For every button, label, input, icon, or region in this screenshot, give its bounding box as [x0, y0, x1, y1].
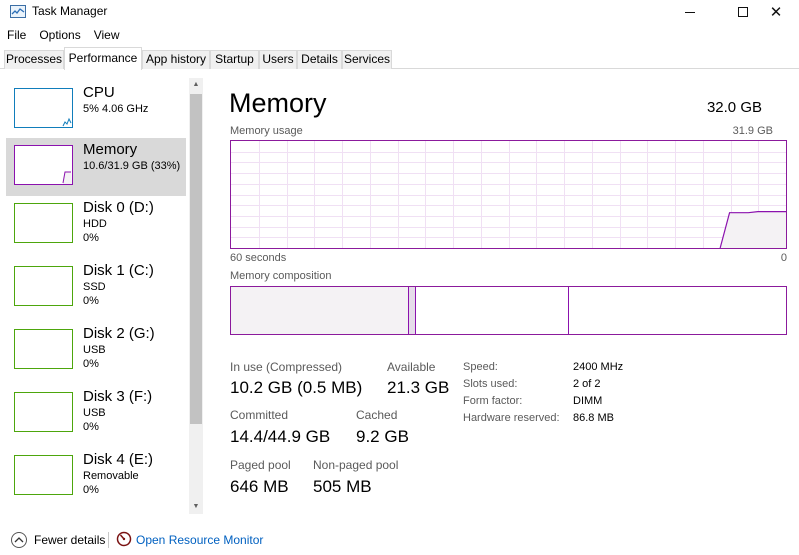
memory-composition-bar: [230, 286, 787, 335]
resource-list-scrollbar[interactable]: ▲ ▼: [189, 78, 203, 514]
menu-bar: File Options View: [0, 26, 126, 44]
memory-usage-graph: [230, 140, 787, 249]
resource-name: Disk 4 (E:): [83, 451, 154, 468]
tab-app-history[interactable]: App history: [142, 50, 210, 69]
resource-detail: SSD: [83, 281, 106, 293]
resource-detail: Removable: [83, 470, 139, 482]
minimize-button[interactable]: [667, 0, 713, 24]
resource-usage: 0%: [83, 295, 99, 307]
committed-label: Committed: [230, 408, 289, 422]
resource-detail: HDD: [83, 218, 107, 230]
footer-divider: [108, 532, 109, 548]
maximize-icon: [738, 7, 748, 17]
resource-detail: USB: [83, 407, 106, 419]
tab-services[interactable]: Services: [342, 50, 392, 69]
resource-name: Disk 2 (G:): [83, 325, 155, 342]
resource-name: Disk 3 (F:): [83, 388, 153, 405]
memory-usage-label: Memory usage: [230, 125, 303, 137]
committed-value: 14.4/44.9 GB: [230, 427, 331, 446]
paged-pool-label: Paged pool: [230, 458, 291, 472]
memory-total: 32.0 GB: [706, 99, 762, 116]
speed-label: Speed:: [463, 361, 498, 373]
form-factor-label: Form factor:: [463, 395, 523, 407]
menu-file[interactable]: File: [0, 26, 32, 44]
resource-list: CPU 5% 4.06 GHz Memory 10.6/31.9 GB (33%…: [0, 69, 205, 521]
cached-label: Cached: [356, 408, 398, 422]
tab-processes[interactable]: Processes: [4, 50, 64, 69]
tab-strip: Processes Performance App history Startu…: [0, 47, 799, 70]
in-use-value: 10.2 GB (0.5 MB): [230, 378, 363, 397]
disk-thumbnail-graph: [14, 329, 73, 369]
page-title: Memory: [229, 88, 327, 118]
resource-detail: 10.6/31.9 GB (33%): [83, 160, 181, 172]
scroll-up-arrow-icon[interactable]: ▲: [189, 78, 203, 92]
in-use-label: In use (Compressed): [230, 360, 343, 374]
resource-item-cpu[interactable]: CPU 5% 4.06 GHz: [6, 81, 186, 139]
memory-usage-graph-svg: [231, 141, 786, 249]
disk-thumbnail-graph: [14, 266, 73, 306]
close-icon: ✕: [769, 4, 783, 21]
window-title: Task Manager: [32, 4, 108, 18]
resource-name: CPU: [83, 84, 115, 101]
resource-item-disk-4[interactable]: Disk 4 (E:) Removable 0%: [6, 448, 186, 506]
graph-time-left-label: 60 seconds: [230, 252, 287, 264]
cpu-thumbnail-graph: [14, 88, 73, 128]
nonpaged-pool-label: Non-paged pool: [313, 458, 399, 472]
fewer-details-button[interactable]: Fewer details: [34, 533, 105, 547]
menu-view[interactable]: View: [87, 26, 126, 44]
scroll-down-arrow-icon[interactable]: ▼: [189, 500, 203, 514]
composition-segment-modified[interactable]: [409, 287, 416, 334]
paged-pool-value: 646 MB: [230, 477, 289, 496]
nonpaged-pool-value: 505 MB: [313, 477, 372, 496]
resource-item-disk-0[interactable]: Disk 0 (D:) HDD 0%: [6, 196, 186, 254]
task-manager-icon: [10, 5, 26, 18]
hardware-reserved-value: 86.8 MB: [573, 412, 614, 424]
resource-usage: 0%: [83, 484, 99, 496]
close-button[interactable]: ✕: [753, 0, 799, 24]
resource-item-disk-2[interactable]: Disk 2 (G:) USB 0%: [6, 322, 186, 380]
slots-used-value: 2 of 2: [573, 378, 601, 390]
open-resource-monitor-link[interactable]: Open Resource Monitor: [136, 533, 263, 547]
tab-users[interactable]: Users: [259, 50, 297, 69]
resource-name: Memory: [83, 141, 138, 158]
composition-segment-in-use[interactable]: [231, 287, 409, 334]
resource-usage: 0%: [83, 358, 99, 370]
resource-detail: USB: [83, 344, 106, 356]
slots-used-label: Slots used:: [463, 378, 518, 390]
speed-value: 2400 MHz: [573, 361, 624, 373]
resource-item-memory[interactable]: Memory 10.6/31.9 GB (33%): [6, 138, 186, 196]
resource-usage: 0%: [83, 421, 99, 433]
resource-detail: 5% 4.06 GHz: [83, 103, 149, 115]
footer: Fewer details Open Resource Monitor: [0, 528, 799, 552]
tab-startup[interactable]: Startup: [210, 50, 259, 69]
hardware-reserved-label: Hardware reserved:: [463, 412, 560, 424]
tab-details[interactable]: Details: [297, 50, 342, 69]
resource-usage: 0%: [83, 232, 99, 244]
cached-value: 9.2 GB: [356, 427, 409, 446]
available-label: Available: [387, 360, 436, 374]
memory-thumbnail-graph: [14, 145, 73, 185]
scrollbar-thumb[interactable]: [190, 94, 202, 424]
chevron-up-icon[interactable]: [11, 532, 27, 548]
resource-monitor-icon: [116, 531, 132, 547]
tab-performance[interactable]: Performance: [64, 47, 142, 70]
graph-time-right-label: 0: [780, 252, 787, 264]
composition-segment-standby[interactable]: [416, 287, 569, 334]
resource-item-disk-1[interactable]: Disk 1 (C:) SSD 0%: [6, 259, 186, 317]
resource-item-disk-3[interactable]: Disk 3 (F:) USB 0%: [6, 385, 186, 443]
disk-thumbnail-graph: [14, 392, 73, 432]
available-value: 21.3 GB: [387, 378, 450, 397]
disk-thumbnail-graph: [14, 203, 73, 243]
resource-name: Disk 1 (C:): [83, 262, 154, 279]
memory-usage-area: [720, 211, 786, 248]
memory-usage-max: 31.9 GB: [732, 125, 773, 137]
resource-name: Disk 0 (D:): [83, 199, 154, 216]
composition-segment-free[interactable]: [569, 287, 785, 334]
menu-options[interactable]: Options: [32, 26, 86, 44]
minimize-icon: [685, 11, 695, 13]
title-bar: Task Manager ✕: [0, 0, 799, 24]
form-factor-value: DIMM: [573, 395, 603, 407]
disk-thumbnail-graph: [14, 455, 73, 495]
memory-composition-label: Memory composition: [230, 270, 332, 282]
